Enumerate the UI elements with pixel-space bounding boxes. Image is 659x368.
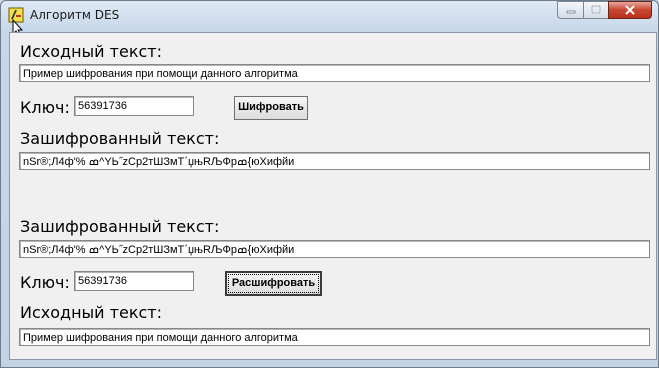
source-text-input[interactable]: Пример шифрования при помощи данного алг…	[19, 64, 650, 82]
main-window: Алгоритм DES Исходный текст: Пример шифр…	[0, 0, 659, 368]
close-button[interactable]	[608, 1, 652, 19]
minimize-icon	[566, 10, 575, 14]
source-text-label: Исходный текст:	[20, 42, 162, 61]
encrypt-key-label: Ключ:	[20, 98, 70, 117]
decrypted-text-label: Исходный текст:	[20, 303, 162, 322]
encrypt-key-input[interactable]: 56391736	[74, 96, 194, 116]
maximize-icon	[591, 5, 601, 14]
encrypted-text-label: Зашифрованный текст:	[20, 129, 220, 148]
maximize-button[interactable]	[583, 1, 608, 19]
window-title: Алгоритм DES	[30, 8, 120, 22]
decrypt-key-label: Ключ:	[20, 273, 70, 292]
form-client-area: Исходный текст: Пример шифрования при по…	[9, 32, 657, 360]
encrypted-text-output[interactable]: nSr®;Л4ф'% ߘ^YЬ˝zCp2тШЗмТ΄џњRЉФрߘ{юХифйи	[19, 152, 650, 170]
decrypt-key-input[interactable]: 56391736	[74, 271, 194, 291]
encrypt-button[interactable]: Шифровать	[234, 96, 308, 120]
cipher-text-label: Зашифрованный текст:	[20, 217, 220, 236]
decrypt-button[interactable]: Расшифровать	[225, 271, 322, 296]
window-controls	[557, 1, 652, 21]
minimize-button[interactable]	[557, 1, 583, 19]
close-icon	[625, 5, 635, 15]
decrypted-text-output[interactable]: Пример шифрования при помощи данного алг…	[19, 328, 650, 346]
cipher-text-input[interactable]: nSr®;Л4ф'% ߘ^YЬ˝zCp2тШЗмТ΄џњRЉФрߘ{юХифйи	[19, 240, 650, 258]
title-bar[interactable]: Алгоритм DES	[1, 1, 658, 37]
